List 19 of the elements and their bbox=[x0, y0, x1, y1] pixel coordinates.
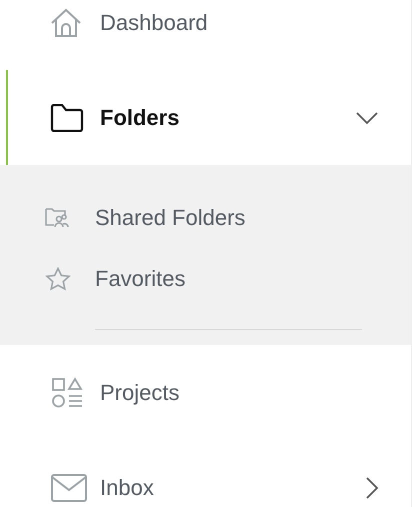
submenu-label: Favorites bbox=[95, 265, 186, 293]
nav-label: Projects bbox=[100, 379, 180, 407]
nav-label: Dashboard bbox=[100, 9, 208, 37]
house-icon bbox=[50, 8, 82, 38]
nav-label: Inbox bbox=[100, 474, 154, 502]
nav-item[interactable]: Dashboard bbox=[6, 0, 411, 70]
nav-label: Folders bbox=[100, 104, 180, 132]
chevron-right-icon bbox=[365, 476, 379, 500]
nav-item[interactable]: Projects bbox=[6, 345, 411, 440]
submenu-item[interactable]: Shared Folders bbox=[0, 187, 411, 248]
nav-item[interactable]: Inbox bbox=[6, 440, 411, 507]
chevron-down-icon bbox=[355, 110, 379, 124]
star-icon bbox=[45, 266, 71, 290]
submenu-label: Shared Folders bbox=[95, 204, 246, 232]
shapes-icon bbox=[50, 376, 84, 408]
submenu-item[interactable]: Favorites bbox=[0, 248, 411, 309]
envelope-icon bbox=[50, 472, 88, 502]
shared-folder-icon bbox=[45, 206, 69, 228]
folder-icon bbox=[50, 104, 84, 132]
